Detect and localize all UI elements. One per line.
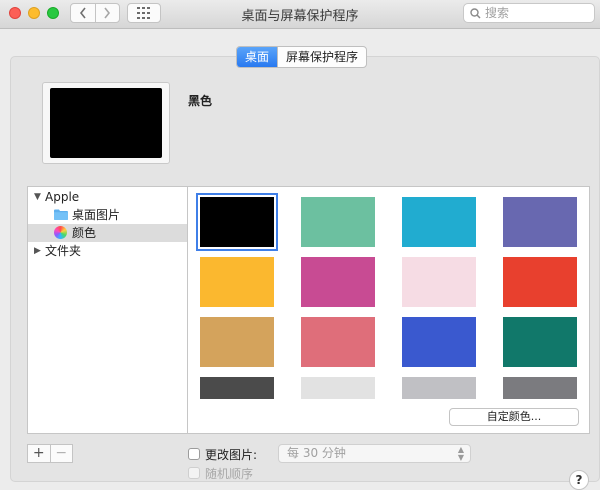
color-swatch[interactable] <box>301 257 375 307</box>
chevron-left-icon <box>79 7 86 19</box>
color-swatch[interactable] <box>200 257 274 307</box>
close-button[interactable] <box>9 7 21 19</box>
folder-icon <box>54 209 68 220</box>
tab-desktop[interactable]: 桌面 <box>237 47 278 67</box>
tree-label: 文件夹 <box>45 244 82 258</box>
preview-screen <box>50 88 162 158</box>
change-picture-checkbox[interactable] <box>188 448 200 460</box>
color-swatch[interactable] <box>402 257 476 307</box>
minimize-button[interactable] <box>28 7 40 19</box>
color-swatch-grid <box>187 186 590 434</box>
color-swatch[interactable] <box>402 377 476 399</box>
title-bar: 桌面与屏幕保护程序 <box>0 0 600 29</box>
updown-arrows-icon: ▲ ▼ <box>457 445 464 462</box>
color-swatch[interactable] <box>301 377 375 399</box>
chevron-right-icon <box>104 7 111 19</box>
zoom-button[interactable] <box>47 7 59 19</box>
color-swatch[interactable] <box>301 197 375 247</box>
custom-color-button[interactable]: 自定颜色... <box>449 408 579 426</box>
disclosure-down-icon[interactable]: ▼ <box>34 188 41 206</box>
color-swatch[interactable] <box>402 317 476 367</box>
help-button[interactable]: ? <box>569 470 589 490</box>
interval-value: 每 30 分钟 <box>287 446 346 460</box>
add-remove-buttons: + − <box>27 444 73 463</box>
change-interval-popup[interactable]: 每 30 分钟 ▲ ▼ <box>278 444 471 463</box>
show-all-button[interactable] <box>127 3 161 23</box>
tree-group-folders[interactable]: ▶ 文件夹 <box>28 242 187 260</box>
tree-label: 颜色 <box>72 226 97 240</box>
color-swatch[interactable] <box>503 317 577 367</box>
tree-label: 桌面图片 <box>72 208 121 222</box>
search-field[interactable] <box>463 3 595 23</box>
search-input[interactable] <box>485 6 575 20</box>
color-swatch[interactable] <box>200 377 274 399</box>
back-button[interactable] <box>71 4 95 22</box>
color-swatch[interactable] <box>503 257 577 307</box>
remove-folder-button[interactable]: − <box>49 445 73 462</box>
color-swatch[interactable] <box>301 317 375 367</box>
color-wheel-icon <box>54 226 67 239</box>
current-picture-name: 黑色 <box>188 94 213 108</box>
tab-screen-saver[interactable]: 屏幕保护程序 <box>277 47 366 67</box>
tab-bar: 桌面 屏幕保护程序 <box>236 46 368 68</box>
random-order-label: 随机顺序 <box>205 467 254 481</box>
tree-label: Apple <box>45 190 80 204</box>
nav-buttons <box>70 3 120 23</box>
grid-icon <box>137 7 150 19</box>
color-swatch[interactable] <box>503 377 577 399</box>
forward-button[interactable] <box>94 4 120 22</box>
tree-group-apple[interactable]: ▼ Apple <box>28 188 187 206</box>
desktop-preview <box>42 82 170 164</box>
random-order-checkbox[interactable] <box>188 467 200 479</box>
color-swatch[interactable] <box>196 193 278 251</box>
disclosure-right-icon[interactable]: ▶ <box>34 242 41 260</box>
source-list: ▼ Apple 桌面图片 颜色 ▶ 文件夹 <box>27 186 187 434</box>
color-swatch[interactable] <box>503 197 577 247</box>
color-swatch[interactable] <box>200 317 274 367</box>
add-folder-button[interactable]: + <box>28 445 50 462</box>
tree-item-desktop-pictures[interactable]: 桌面图片 <box>28 206 187 224</box>
change-picture-label: 更改图片: <box>205 448 258 462</box>
color-swatch[interactable] <box>402 197 476 247</box>
search-icon <box>470 7 481 19</box>
window-title: 桌面与屏幕保护程序 <box>241 9 359 24</box>
tree-item-colors[interactable]: 颜色 <box>28 224 187 242</box>
